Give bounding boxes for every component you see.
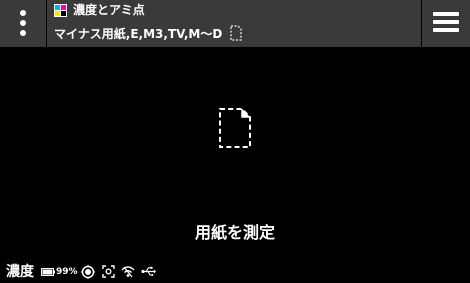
- measurement-mode-selector[interactable]: 濃度とアミ点 マイナス用紙,E,M3,TV,M～D: [47, 0, 455, 47]
- kebab-menu-button[interactable]: [0, 0, 46, 47]
- battery-icon: [41, 268, 55, 276]
- hamburger-bar: [433, 12, 459, 16]
- mode-settings: マイナス用紙,E,M3,TV,M～D: [54, 25, 242, 43]
- status-message: 用紙を測定: [194, 223, 275, 242]
- measurement-mode-label: 濃度: [6, 264, 34, 280]
- hamburger-menu-button[interactable]: [422, 0, 470, 47]
- status-bar: 濃度 99%: [0, 262, 470, 283]
- top-bar: 濃度とアミ点 マイナス用紙,E,M3,TV,M～D: [0, 0, 470, 47]
- battery-percentage: 99%: [56, 267, 78, 277]
- mode-settings-text: マイナス用紙,E,M3,TV,M～D: [54, 27, 223, 41]
- wifi-icon: [121, 266, 135, 278]
- kebab-dot: [20, 10, 26, 16]
- capture-icon: [102, 265, 115, 278]
- kebab-dot: [20, 20, 26, 26]
- paper-small-icon: [230, 25, 242, 41]
- hamburger-bar: [433, 28, 459, 32]
- color-mode-icon: [54, 4, 67, 17]
- mode-title: 濃度とアミ点: [73, 3, 145, 17]
- usb-icon: [141, 266, 156, 276]
- kebab-dot: [20, 30, 26, 36]
- target-icon: [81, 265, 95, 279]
- paper-icon: [219, 108, 251, 148]
- hamburger-bar: [433, 20, 459, 24]
